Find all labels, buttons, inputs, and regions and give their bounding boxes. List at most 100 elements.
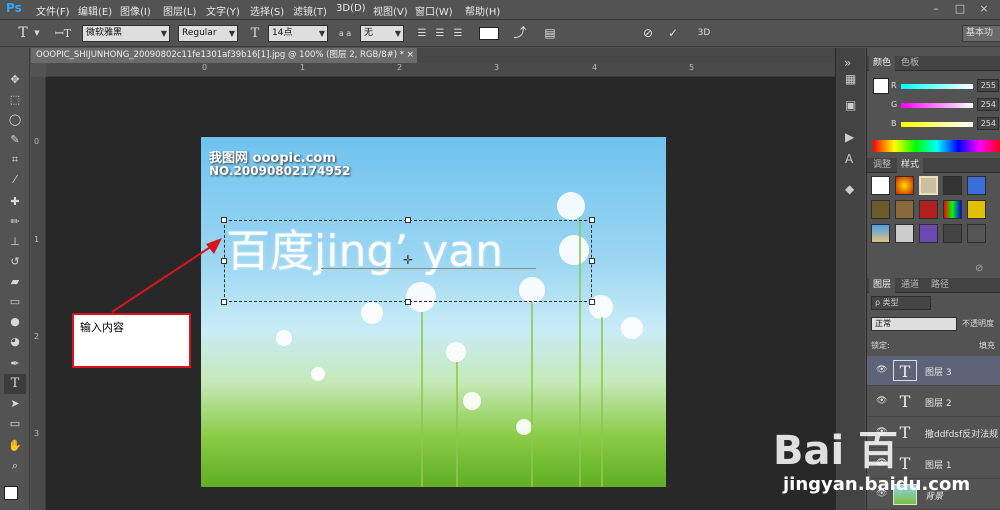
font-family-select[interactable]: 微软雅黑 ▼ <box>82 25 170 42</box>
resize-handle[interactable] <box>589 217 595 223</box>
menu-window[interactable]: 窗口(W) <box>415 3 453 18</box>
anti-alias-select[interactable]: 无 ▼ <box>360 25 404 42</box>
tab-styles[interactable]: 样式 <box>897 158 924 173</box>
character-panel-icon[interactable]: A <box>845 152 853 166</box>
resize-handle[interactable] <box>405 299 411 305</box>
style-swatch[interactable] <box>871 224 890 243</box>
style-swatch[interactable] <box>967 200 986 219</box>
color-spectrum[interactable] <box>873 140 1000 152</box>
shape-tool-icon[interactable]: ▭ <box>4 414 26 434</box>
style-swatch[interactable] <box>943 224 962 243</box>
red-slider-track[interactable] <box>901 84 973 89</box>
red-value[interactable]: 255 <box>977 79 999 92</box>
foreground-color-chip[interactable] <box>873 78 889 94</box>
tab-channels[interactable]: 通道 <box>897 278 923 293</box>
menu-type[interactable]: 文字(Y) <box>206 3 240 18</box>
minimize-button[interactable]: – <box>924 0 948 18</box>
3d-button[interactable]: 3D <box>694 25 714 42</box>
green-slider[interactable]: G 254 <box>891 98 1000 112</box>
menu-filter[interactable]: 滤镜(T) <box>293 3 327 18</box>
hand-tool-icon[interactable]: ✋ <box>4 436 26 456</box>
tab-swatches[interactable]: 色板 <box>897 56 923 71</box>
green-slider-track[interactable] <box>901 103 973 108</box>
path-select-tool-icon[interactable]: ➤ <box>4 394 26 414</box>
menu-edit[interactable]: 编辑(E) <box>78 3 112 18</box>
style-swatch[interactable] <box>919 176 938 195</box>
align-center-icon[interactable]: ☰ <box>434 25 446 42</box>
align-right-icon[interactable]: ☰ <box>452 25 464 42</box>
clone-stamp-tool-icon[interactable]: ⊥ <box>4 232 26 252</box>
move-tool-icon[interactable]: ✥ <box>4 70 26 90</box>
delete-style-icon[interactable]: ⊘ <box>975 263 983 274</box>
blue-slider-track[interactable] <box>901 122 973 127</box>
style-swatch[interactable] <box>895 176 914 195</box>
menu-view[interactable]: 视图(V) <box>373 3 408 18</box>
text-bounding-box[interactable]: ✛ <box>221 217 595 305</box>
green-value[interactable]: 254 <box>977 98 999 111</box>
actions-panel-icon[interactable]: ▶ <box>845 130 854 144</box>
font-size-select[interactable]: 14点 ▼ <box>268 25 328 42</box>
resize-handle[interactable] <box>589 299 595 305</box>
style-swatch[interactable] <box>919 224 938 243</box>
layer-row[interactable]: 👁 T 图层 3 <box>867 356 1000 386</box>
style-swatch[interactable] <box>895 224 914 243</box>
menu-help[interactable]: 帮助(H) <box>465 3 500 18</box>
red-slider[interactable]: R 255 <box>891 79 1000 93</box>
blue-value[interactable]: 254 <box>977 117 999 130</box>
workspace-switcher[interactable]: 基本功 <box>962 25 1000 42</box>
collapse-panels-icon[interactable]: » <box>844 56 851 70</box>
chevron-down-icon[interactable]: ▼ <box>32 25 42 42</box>
close-button[interactable]: × <box>972 0 996 18</box>
style-swatch[interactable] <box>943 200 962 219</box>
font-style-select[interactable]: Regular ▼ <box>178 25 238 42</box>
gradient-tool-icon[interactable]: ▭ <box>4 292 26 312</box>
history-brush-tool-icon[interactable]: ↺ <box>4 252 26 272</box>
text-color-swatch[interactable] <box>479 27 499 40</box>
menu-file[interactable]: 文件(F) <box>36 3 70 18</box>
brush-tool-icon[interactable]: ✏ <box>4 212 26 232</box>
align-left-icon[interactable]: ☰ <box>416 25 428 42</box>
maximize-button[interactable]: □ <box>948 0 972 18</box>
menu-layer[interactable]: 图层(L) <box>163 3 196 18</box>
style-swatch[interactable] <box>871 200 890 219</box>
foreground-color-swatch[interactable] <box>4 486 18 500</box>
style-none-swatch[interactable] <box>871 176 890 195</box>
layer-filter-select[interactable]: ρ 类型 <box>871 296 931 310</box>
pen-tool-icon[interactable]: ✒ <box>4 354 26 374</box>
quick-select-tool-icon[interactable]: ✎ <box>4 130 26 150</box>
zoom-tool-icon[interactable]: ⌕ <box>4 456 26 476</box>
crop-tool-icon[interactable]: ⌗ <box>4 150 26 170</box>
menu-select[interactable]: 选择(S) <box>250 3 284 18</box>
menu-image[interactable]: 图像(I) <box>120 3 151 18</box>
panels-toggle-icon[interactable]: ▤ <box>542 25 558 42</box>
cancel-edit-icon[interactable]: ⊘ <box>640 25 656 42</box>
style-swatch[interactable] <box>967 224 986 243</box>
tab-layers[interactable]: 图层 <box>869 278 896 293</box>
tab-adjustments[interactable]: 调整 <box>869 158 895 173</box>
resize-handle[interactable] <box>589 258 595 264</box>
properties-panel-icon[interactable]: ▣ <box>845 98 856 112</box>
blend-mode-select[interactable]: 正常 <box>871 317 957 331</box>
resize-handle[interactable] <box>221 217 227 223</box>
style-swatch[interactable] <box>943 176 962 195</box>
type-tool-preset-icon[interactable]: T <box>14 25 32 42</box>
eyedropper-tool-icon[interactable]: ⁄ <box>4 170 26 190</box>
style-swatch[interactable] <box>967 176 986 195</box>
document-tab[interactable]: OOOPIC_SHIJUNHONG_20090802c11fe1301af39b… <box>31 48 417 63</box>
marquee-tool-icon[interactable]: ⬚ <box>4 90 26 110</box>
history-panel-icon[interactable]: ▦ <box>845 72 856 86</box>
resize-handle[interactable] <box>405 217 411 223</box>
tab-color[interactable]: 颜色 <box>869 56 896 71</box>
text-orientation-icon[interactable]: ꟷT <box>54 25 72 42</box>
lasso-tool-icon[interactable]: ◯ <box>4 110 26 130</box>
blur-tool-icon[interactable]: ● <box>4 312 26 332</box>
dodge-tool-icon[interactable]: ◕ <box>4 332 26 352</box>
healing-brush-tool-icon[interactable]: ✚ <box>4 192 26 212</box>
eraser-tool-icon[interactable]: ▰ <box>4 272 26 292</box>
tab-paths[interactable]: 路径 <box>927 278 953 293</box>
style-swatch[interactable] <box>919 200 938 219</box>
style-swatch[interactable] <box>895 200 914 219</box>
3d-panel-icon[interactable]: ◆ <box>845 182 854 196</box>
menu-3d[interactable]: 3D(D) <box>336 3 366 14</box>
close-document-icon[interactable]: × <box>406 48 414 63</box>
